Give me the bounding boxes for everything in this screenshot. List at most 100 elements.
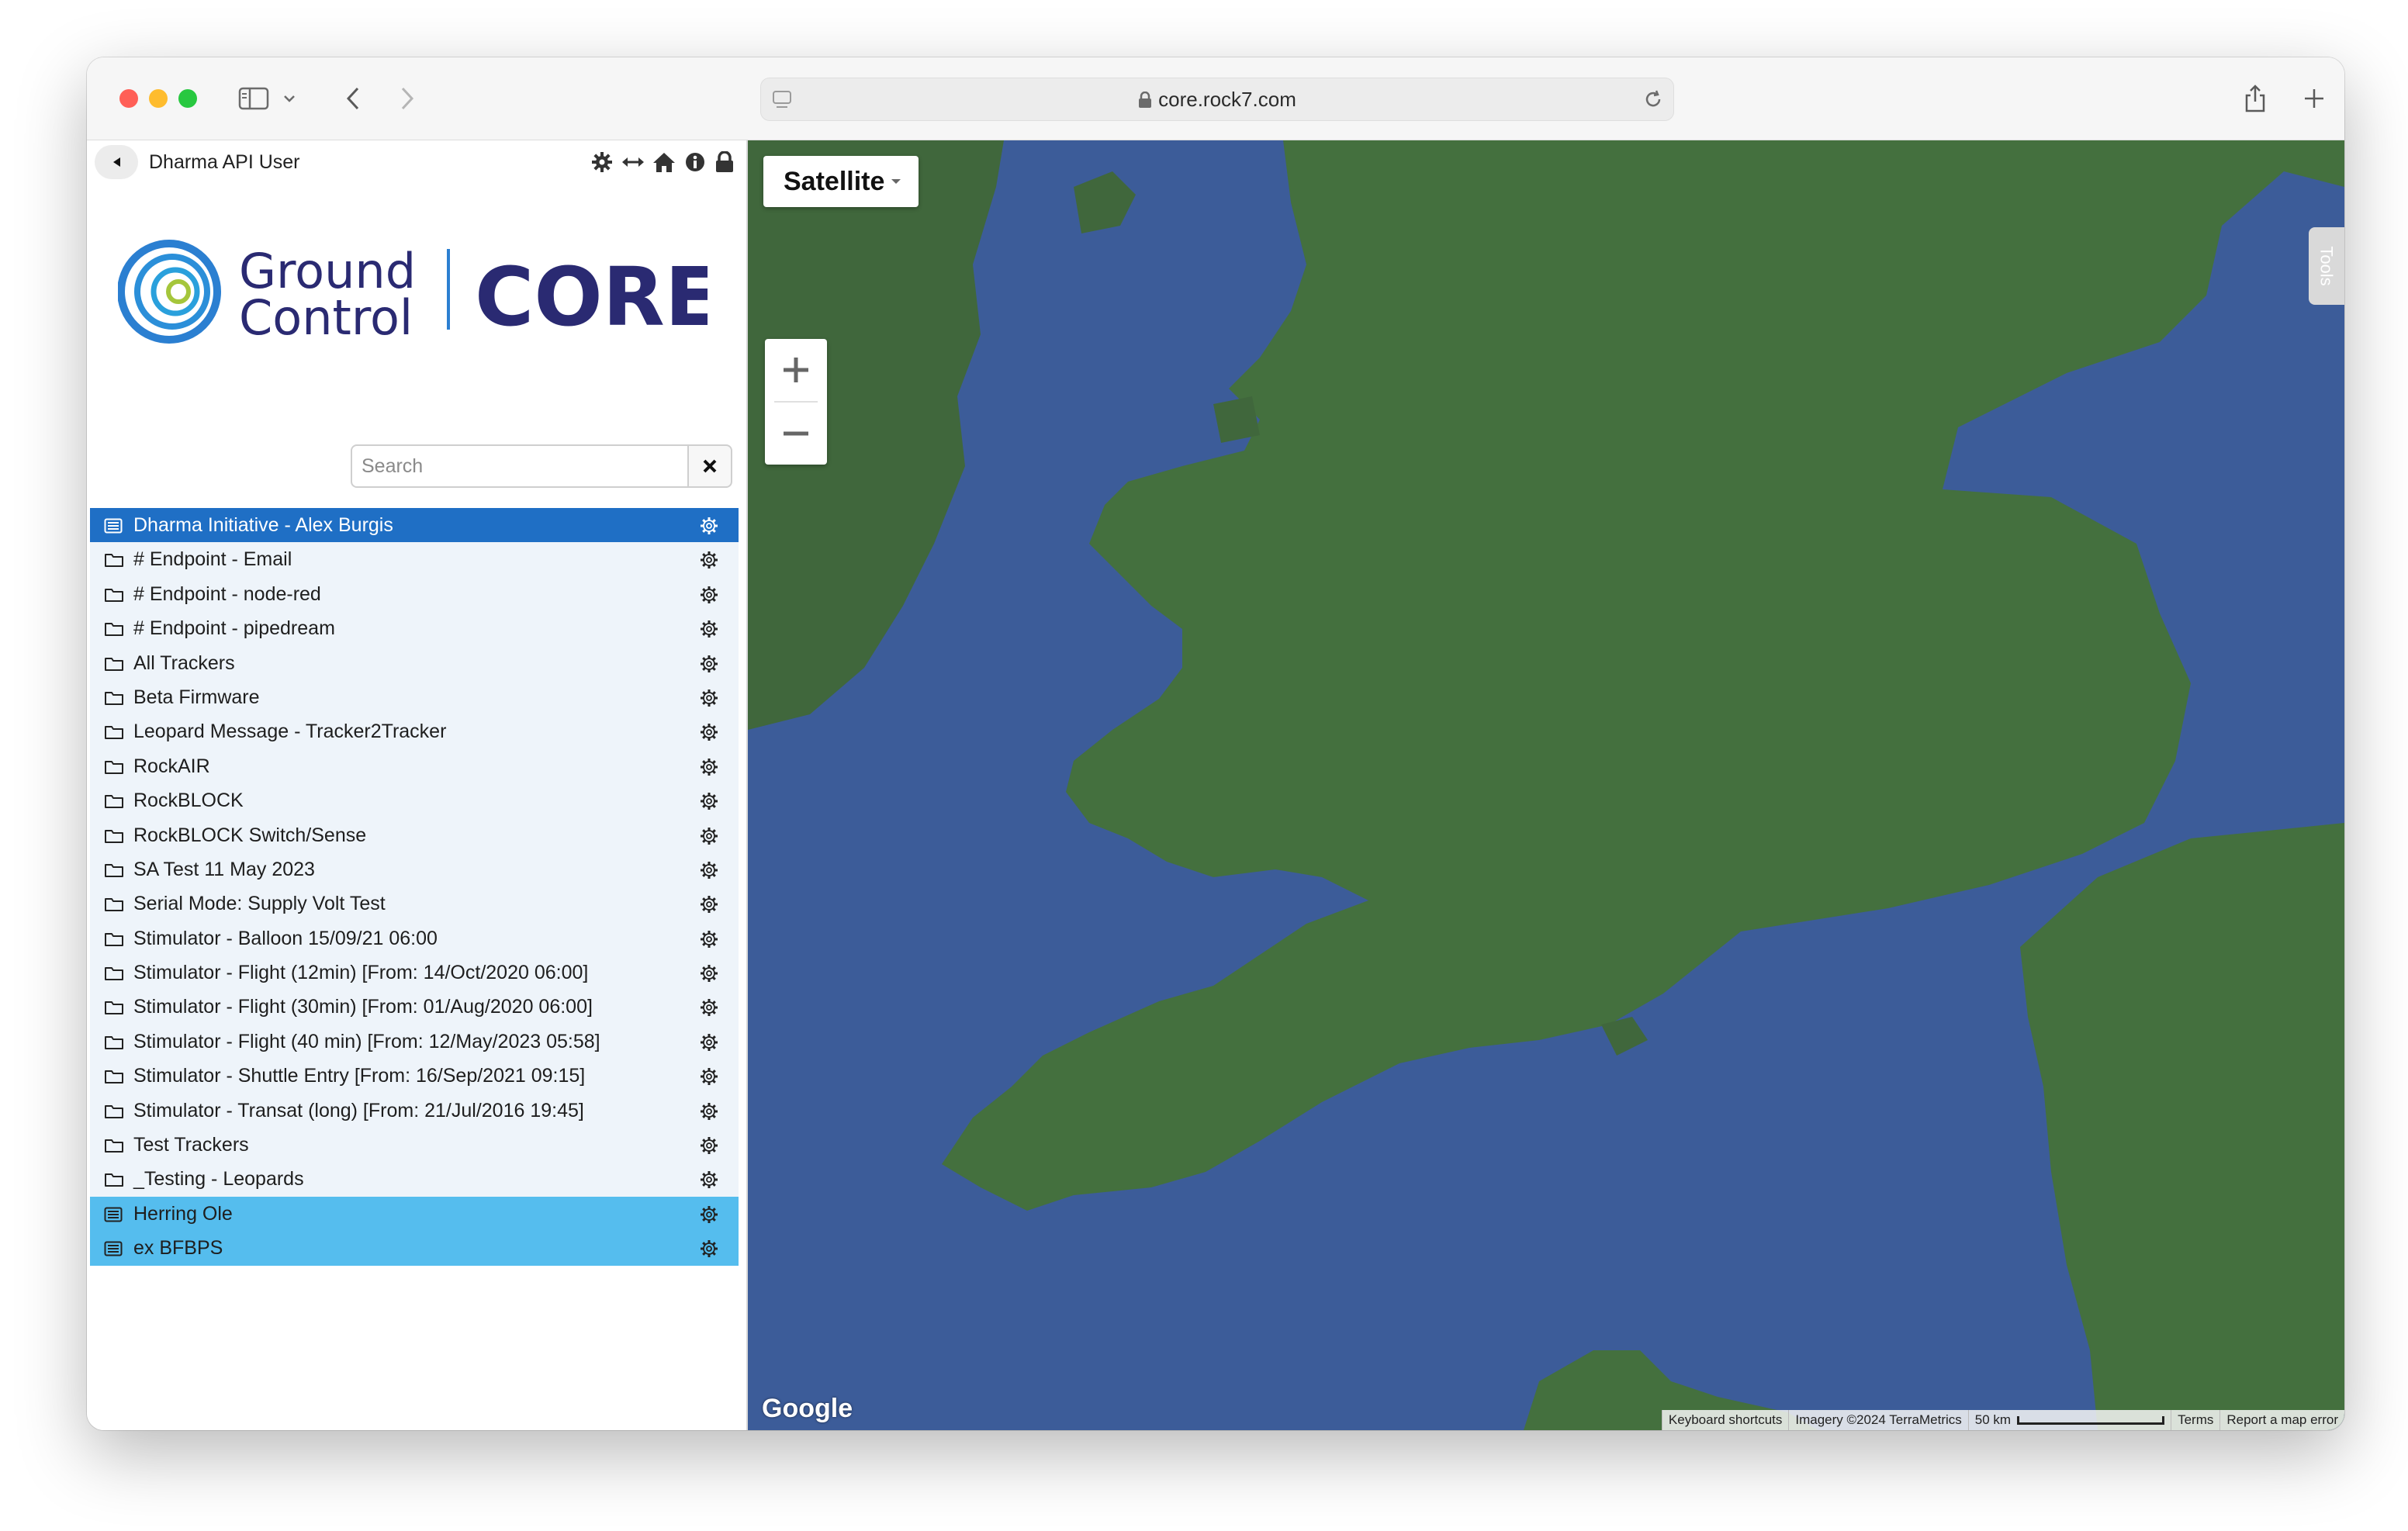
tree-item[interactable]: # Endpoint - Email xyxy=(90,542,739,577)
gear-icon[interactable] xyxy=(700,1067,718,1086)
gear-icon[interactable] xyxy=(700,964,718,983)
gear-icon[interactable] xyxy=(700,689,718,707)
resize-arrows-icon[interactable] xyxy=(621,150,645,175)
gear-icon[interactable] xyxy=(700,1136,718,1155)
new-tab-icon[interactable] xyxy=(2295,79,2334,118)
folder-icon xyxy=(104,931,124,948)
gear-icon[interactable] xyxy=(700,655,718,673)
gear-icon[interactable] xyxy=(700,1102,718,1121)
tree-item[interactable]: _Testing - Leopards xyxy=(90,1162,739,1197)
zoom-out-button[interactable] xyxy=(765,403,827,465)
browser-toolbar: core.rock7.com xyxy=(87,57,2344,140)
tree-item-label: # Endpoint - node-red xyxy=(133,582,321,605)
report-map-error-link[interactable]: Report a map error xyxy=(2219,1410,2344,1430)
gear-icon[interactable] xyxy=(700,827,718,845)
gear-icon[interactable] xyxy=(590,150,614,175)
tree-item[interactable]: Stimulator - Balloon 15/09/21 06:00 xyxy=(90,921,739,956)
tree-item[interactable]: # Endpoint - node-red xyxy=(90,576,739,612)
gear-icon[interactable] xyxy=(700,998,718,1017)
tree-item-label: ex BFBPS xyxy=(133,1237,223,1260)
gear-icon[interactable] xyxy=(700,586,718,604)
group-tree: Dharma Initiative - Alex Burgis # Endpoin… xyxy=(90,508,739,1266)
folder-icon xyxy=(104,1137,124,1154)
tree-item[interactable]: Test Trackers xyxy=(90,1128,739,1163)
tools-tab[interactable]: Tools xyxy=(2309,227,2344,305)
info-icon[interactable] xyxy=(683,150,708,175)
folder-icon xyxy=(104,655,124,672)
tree-item[interactable]: ex BFBPS xyxy=(90,1231,739,1266)
zoom-in-button[interactable] xyxy=(765,339,827,401)
tree-item-label: Stimulator - Flight (30min) [From: 01/Au… xyxy=(133,996,593,1018)
tree-item-label: Leopard Message - Tracker2Tracker xyxy=(133,721,447,743)
folder-icon xyxy=(104,620,124,638)
folder-icon xyxy=(104,999,124,1016)
collapse-sidebar-button[interactable] xyxy=(95,145,138,179)
tree-item[interactable]: Dharma Initiative - Alex Burgis xyxy=(90,508,739,543)
tree-item-label: Dharma Initiative - Alex Burgis xyxy=(133,514,393,536)
gear-icon[interactable] xyxy=(700,792,718,810)
forward-arrow-icon[interactable] xyxy=(388,79,427,118)
zoom-control xyxy=(765,339,827,465)
gear-icon[interactable] xyxy=(700,517,718,535)
gear-icon[interactable] xyxy=(700,1239,718,1258)
clear-search-button[interactable] xyxy=(687,444,732,488)
minimize-window-button[interactable] xyxy=(149,89,168,108)
map-type-select[interactable]: Satellite xyxy=(763,156,919,207)
gear-icon[interactable] xyxy=(700,861,718,880)
scale-indicator[interactable]: 50 km xyxy=(1967,1410,2171,1430)
home-icon[interactable] xyxy=(652,150,676,175)
gear-icon[interactable] xyxy=(700,620,718,638)
tree-item[interactable]: Herring Ole xyxy=(90,1196,739,1232)
brand-divider xyxy=(447,249,450,330)
search-input[interactable] xyxy=(351,444,689,488)
tree-item-label: _Testing - Leopards xyxy=(133,1168,304,1191)
tree-item-label: Test Trackers xyxy=(133,1134,249,1156)
list-icon xyxy=(104,1206,124,1223)
tree-item[interactable]: Serial Mode: Supply Volt Test xyxy=(90,886,739,921)
address-bar[interactable]: core.rock7.com xyxy=(760,78,1674,121)
tree-item-label: RockBLOCK xyxy=(133,790,244,812)
maximize-window-button[interactable] xyxy=(178,89,197,108)
tree-item[interactable]: RockBLOCK xyxy=(90,783,739,818)
gear-icon[interactable] xyxy=(700,1205,718,1224)
tree-item-label: Stimulator - Flight (12min) [From: 14/Oc… xyxy=(133,962,589,984)
tree-item[interactable]: RockAIR xyxy=(90,748,739,784)
gear-icon[interactable] xyxy=(700,1170,718,1189)
chevron-down-icon[interactable] xyxy=(278,79,301,118)
tree-item[interactable]: Stimulator - Shuttle Entry [From: 16/Sep… xyxy=(90,1059,739,1094)
tree-item[interactable]: Leopard Message - Tracker2Tracker xyxy=(90,714,739,749)
close-window-button[interactable] xyxy=(119,89,138,108)
keyboard-shortcuts-link[interactable]: Keyboard shortcuts xyxy=(1661,1410,1788,1430)
tree-item[interactable]: Stimulator - Flight (40 min) [From: 12/M… xyxy=(90,1024,739,1059)
tree-item[interactable]: RockBLOCK Switch/Sense xyxy=(90,817,739,852)
gear-icon[interactable] xyxy=(700,723,718,741)
tree-item[interactable]: SA Test 11 May 2023 xyxy=(90,852,739,887)
gear-icon[interactable] xyxy=(700,1033,718,1052)
folder-icon xyxy=(104,724,124,741)
gear-icon[interactable] xyxy=(700,930,718,949)
tree-item-label: # Endpoint - Email xyxy=(133,548,292,571)
gear-icon[interactable] xyxy=(700,758,718,776)
tree-item[interactable]: Beta Firmware xyxy=(90,679,739,715)
sidebar-toggle-icon[interactable] xyxy=(234,79,273,118)
tree-item[interactable]: Stimulator - Transat (long) [From: 21/Ju… xyxy=(90,1093,739,1128)
tree-item[interactable]: All Trackers xyxy=(90,645,739,680)
tree-item[interactable]: # Endpoint - pipedream xyxy=(90,611,739,646)
tree-item[interactable]: Stimulator - Flight (12min) [From: 14/Oc… xyxy=(90,956,739,990)
gear-icon[interactable] xyxy=(700,551,718,569)
caret-left-icon xyxy=(113,157,120,167)
reload-icon[interactable] xyxy=(1642,88,1664,114)
tree-item[interactable]: Stimulator - Flight (30min) [From: 01/Au… xyxy=(90,990,739,1025)
back-arrow-icon[interactable] xyxy=(334,79,372,118)
tree-item-label: Serial Mode: Supply Volt Test xyxy=(133,893,386,915)
map-view[interactable]: Satellite Tools Google Keyboard shortcut… xyxy=(748,140,2344,1430)
tree-item-label: Stimulator - Transat (long) [From: 21/Ju… xyxy=(133,1099,584,1121)
gear-icon[interactable] xyxy=(700,895,718,914)
folder-icon xyxy=(104,1171,124,1188)
scale-bar xyxy=(2017,1415,2165,1425)
caret-down-icon xyxy=(891,179,901,184)
url-display[interactable]: core.rock7.com xyxy=(761,78,1673,120)
share-icon[interactable] xyxy=(2236,79,2275,118)
terms-link[interactable]: Terms xyxy=(2171,1410,2219,1430)
lock-icon[interactable] xyxy=(712,150,737,175)
